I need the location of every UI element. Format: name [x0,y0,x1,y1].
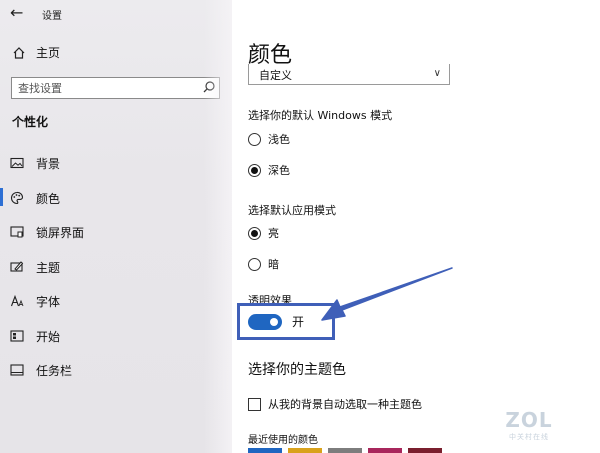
sidebar-item-label: 字体 [36,294,61,309]
sidebar-item-label: 主页 [36,46,61,60]
radio-label: 亮 [268,227,279,240]
sidebar-item-lock-screen[interactable]: 锁屏界面 [10,222,84,242]
color-mode-dropdown[interactable]: 自定义 ∨ [248,64,450,85]
sidebar-item-label: 背景 [36,156,61,171]
radio-label: 深色 [268,164,290,177]
windows-mode-label: 选择你的默认 Windows 模式 [248,109,393,122]
transparency-highlight-box: 开 [237,303,335,340]
watermark-subtitle: 中关村在线 [509,433,549,441]
radio-app-light[interactable]: 亮 [248,225,279,241]
taskbar-icon [10,364,24,376]
chevron-down-icon: ∨ [433,68,441,79]
color-swatch[interactable] [408,448,442,453]
accent-color-heading: 选择你的主题色 [248,362,346,378]
active-indicator [0,188,3,206]
sidebar-item-label: 颜色 [36,191,61,206]
theme-icon [10,261,24,272]
font-icon [10,294,24,307]
picture-icon [10,157,24,169]
search-input[interactable] [11,77,220,99]
sidebar: ← 设置 主页 个性化 背景 颜色 锁屏界面 [0,0,232,453]
color-swatch[interactable] [368,448,402,453]
color-swatch[interactable] [248,448,282,453]
sidebar-item-taskbar[interactable]: 任务栏 [10,360,72,380]
sidebar-item-label: 主题 [36,260,61,275]
lock-screen-icon [10,226,24,238]
radio-button[interactable] [248,132,261,146]
app-mode-label: 选择默认应用模式 [248,204,336,217]
start-icon [10,330,24,342]
sidebar-item-background[interactable]: 背景 [10,153,60,173]
auto-accent-option[interactable]: 从我的背景自动选取一种主题色 [248,396,422,412]
radio-label: 浅色 [268,133,290,146]
sidebar-item-home[interactable]: 主页 [12,44,60,61]
radio-button[interactable] [248,257,261,271]
watermark: ZOL 中关村在线 [494,408,564,448]
sidebar-item-label: 任务栏 [36,363,73,378]
radio-app-dark[interactable]: 暗 [248,256,279,272]
radio-windows-dark[interactable]: 深色 [248,162,290,178]
color-swatch[interactable] [328,448,362,453]
sidebar-item-label: 开始 [36,329,61,344]
sidebar-item-themes[interactable]: 主题 [10,257,60,277]
sidebar-section-title: 个性化 [12,115,49,129]
dropdown-value: 自定义 [259,69,292,82]
radio-button[interactable] [248,226,261,240]
recent-colors-label: 最近使用的颜色 [248,435,318,446]
recent-colors-row [248,448,442,453]
radio-label: 暗 [268,258,279,271]
main-content: 颜色 自定义 ∨ 选择你的默认 Windows 模式 浅色 深色 选择默认应用模… [232,0,600,453]
home-icon [13,46,25,59]
transparency-toggle[interactable] [248,313,282,330]
toggle-state-label: 开 [292,315,305,329]
radio-button[interactable] [248,163,261,177]
search-icon[interactable] [202,80,216,94]
sidebar-item-label: 锁屏界面 [36,225,85,240]
sidebar-item-start[interactable]: 开始 [10,326,60,346]
checkbox-label: 从我的背景自动选取一种主题色 [268,398,422,411]
auto-accent-checkbox[interactable] [248,397,261,411]
color-swatch[interactable] [288,448,322,453]
sidebar-item-fonts[interactable]: 字体 [10,291,60,311]
back-arrow-icon[interactable]: ← [10,3,23,22]
window-title: 设置 [42,11,62,22]
watermark-logo: ZOL [505,408,553,432]
radio-windows-light[interactable]: 浅色 [248,131,290,147]
palette-icon [11,191,24,205]
sidebar-item-colors[interactable]: 颜色 [10,188,60,208]
